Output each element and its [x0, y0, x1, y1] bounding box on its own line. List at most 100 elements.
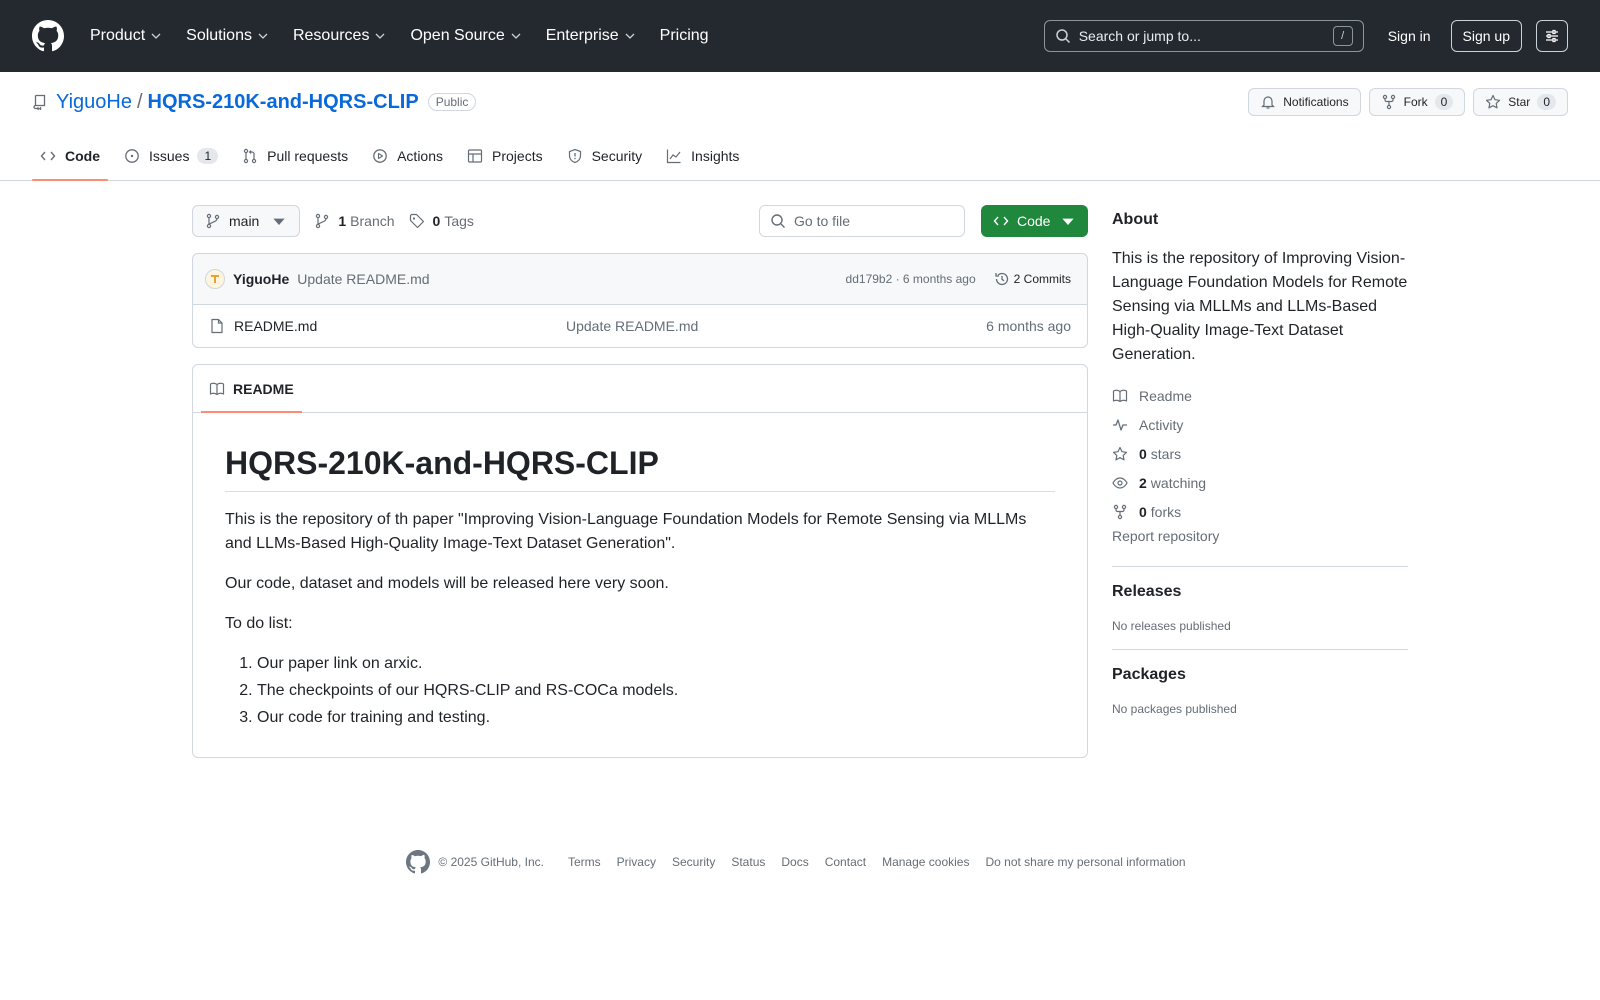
code-button-label: Code	[1017, 213, 1051, 229]
footer-link-security[interactable]: Security	[672, 855, 715, 869]
fork-button[interactable]: Fork 0	[1368, 88, 1466, 116]
book-icon	[209, 382, 225, 395]
stars-count: 0	[1139, 445, 1147, 462]
readme-link[interactable]: Readme	[1112, 381, 1408, 410]
stars-link[interactable]: 0 stars	[1112, 439, 1408, 468]
forks-count: 0	[1139, 503, 1147, 520]
readme-tab[interactable]: README	[201, 365, 302, 413]
triangle-down-icon	[273, 218, 285, 225]
tab-pull-requests[interactable]: Pull requests	[234, 132, 356, 180]
commit-hash-and-time[interactable]: dd179b2 · 6 months ago	[846, 272, 976, 286]
notifications-button[interactable]: Notifications	[1248, 88, 1361, 116]
forks-link[interactable]: 0 forks	[1112, 497, 1408, 526]
releases-heading[interactable]: Releases	[1112, 583, 1408, 601]
report-repository-link[interactable]: Report repository	[1112, 528, 1408, 550]
tag-label: Tags	[444, 213, 474, 229]
nav-solutions-label: Solutions	[186, 27, 252, 44]
tab-issues-label: Issues	[149, 148, 190, 164]
triangle-down-icon	[1062, 218, 1074, 225]
tab-projects-label: Projects	[492, 148, 543, 164]
list-item: Our paper link on arxic.	[257, 652, 1055, 676]
file-name-link[interactable]: README.md	[234, 318, 566, 334]
nav-open-source[interactable]: Open Source	[406, 21, 525, 51]
global-header: Product Solutions Resources Open Source …	[0, 0, 1600, 72]
github-logo-icon[interactable]	[406, 850, 431, 874]
table-row[interactable]: README.md Update README.md 6 months ago	[193, 305, 1087, 347]
divider	[1112, 649, 1408, 650]
tab-security[interactable]: Security	[559, 132, 651, 180]
nav-enterprise[interactable]: Enterprise	[542, 21, 640, 51]
code-dropdown-button[interactable]: Code	[981, 205, 1088, 237]
avatar[interactable]	[205, 269, 225, 289]
commit-author-link[interactable]: YiguoHe	[233, 271, 289, 287]
footer-link-contact[interactable]: Contact	[825, 855, 866, 869]
sign-up-button[interactable]: Sign up	[1450, 20, 1522, 52]
repo-icon	[33, 94, 46, 110]
readme-paragraph: Our code, dataset and models will be rel…	[225, 575, 669, 592]
search-shortcut-key: /	[1332, 26, 1353, 46]
latest-commit-row: YiguoHe Update README.md dd179b2 · 6 mon…	[193, 254, 1087, 305]
book-icon	[1112, 389, 1128, 402]
tab-code[interactable]: Code	[32, 132, 108, 181]
file-commit-message-link[interactable]: Update README.md	[566, 318, 698, 334]
repo-forked-icon	[1113, 504, 1127, 519]
repo-name-link[interactable]: HQRS-210K-and-HQRS-CLIP	[148, 91, 419, 114]
packages-empty: No packages published	[1112, 702, 1237, 716]
star-label: Star	[1508, 95, 1531, 109]
releases-empty: No releases published	[1112, 619, 1231, 633]
packages-heading[interactable]: Packages	[1112, 666, 1408, 684]
tab-code-label: Code	[65, 148, 100, 164]
watchers-link[interactable]: 2 watching	[1112, 468, 1408, 497]
watching-label: watching	[1150, 474, 1207, 491]
nav-resources[interactable]: Resources	[289, 21, 390, 51]
nav-solutions[interactable]: Solutions	[182, 21, 273, 51]
tab-actions[interactable]: Actions	[364, 132, 451, 180]
tab-issues[interactable]: Issues 1	[116, 132, 226, 180]
footer-link-docs[interactable]: Docs	[781, 855, 808, 869]
about-description: This is the repository of Improving Visi…	[1112, 250, 1408, 363]
activity-link[interactable]: Activity	[1112, 410, 1408, 439]
tags-link[interactable]: 0 Tags	[409, 213, 474, 229]
branches-link[interactable]: 1 Branch	[314, 213, 395, 229]
nav-product[interactable]: Product	[86, 21, 166, 51]
forks-label: forks	[1150, 503, 1182, 520]
footer-link-terms[interactable]: Terms	[568, 855, 601, 869]
issue-opened-icon	[125, 149, 139, 163]
go-to-file-input[interactable]: Go to file	[759, 205, 965, 237]
github-logo-icon[interactable]	[32, 20, 64, 52]
footer-link-status[interactable]: Status	[731, 855, 765, 869]
tab-insights[interactable]: Insights	[658, 132, 747, 180]
repo-title-row: YiguoHe / HQRS-210K-and-HQRS-CLIP Public…	[32, 72, 1568, 132]
activity-link-label: Activity	[1139, 416, 1184, 433]
global-search-input[interactable]: Search or jump to... /	[1043, 20, 1364, 52]
site-footer: © 2025 GitHub, Inc. Terms Privacy Securi…	[0, 850, 1600, 874]
tab-projects[interactable]: Projects	[459, 132, 551, 180]
code-icon	[993, 216, 1009, 226]
footer-link-do-not-share[interactable]: Do not share my personal information	[985, 855, 1185, 869]
search-icon	[1055, 29, 1070, 44]
chevron-down-icon	[375, 33, 385, 39]
divider	[1112, 566, 1408, 567]
nav-pricing-label: Pricing	[659, 27, 709, 44]
branch-select-button[interactable]: main	[192, 205, 301, 237]
footer-link-manage-cookies[interactable]: Manage cookies	[882, 855, 969, 869]
history-icon	[995, 272, 1008, 286]
notifications-label: Notifications	[1283, 95, 1349, 109]
nav-pricing[interactable]: Pricing	[656, 21, 713, 51]
nav-resources-label: Resources	[292, 27, 370, 44]
star-button[interactable]: Star 0	[1473, 88, 1568, 116]
graph-icon	[667, 149, 681, 164]
readme-title: HQRS-210K-and-HQRS-CLIP	[225, 445, 1055, 492]
commit-message-link[interactable]: Update README.md	[297, 271, 429, 287]
readme-paragraph: To do list:	[225, 615, 293, 632]
readme-panel: README HQRS-210K-and-HQRS-CLIP This is t…	[192, 364, 1088, 758]
sign-in-link[interactable]: Sign in	[1378, 22, 1441, 50]
readme-link-label: Readme	[1139, 387, 1192, 404]
settings-menu-button[interactable]	[1536, 20, 1568, 52]
footer-link-privacy[interactable]: Privacy	[617, 855, 656, 869]
watching-count: 2	[1139, 474, 1147, 491]
repo-owner-link[interactable]: YiguoHe	[56, 91, 132, 114]
repo-content: main 1 Branch 0 Tags Go to file Code Yig…	[192, 205, 1088, 758]
commits-history-link[interactable]: 2 Commits	[994, 271, 1071, 287]
nav-enterprise-label: Enterprise	[545, 27, 619, 44]
